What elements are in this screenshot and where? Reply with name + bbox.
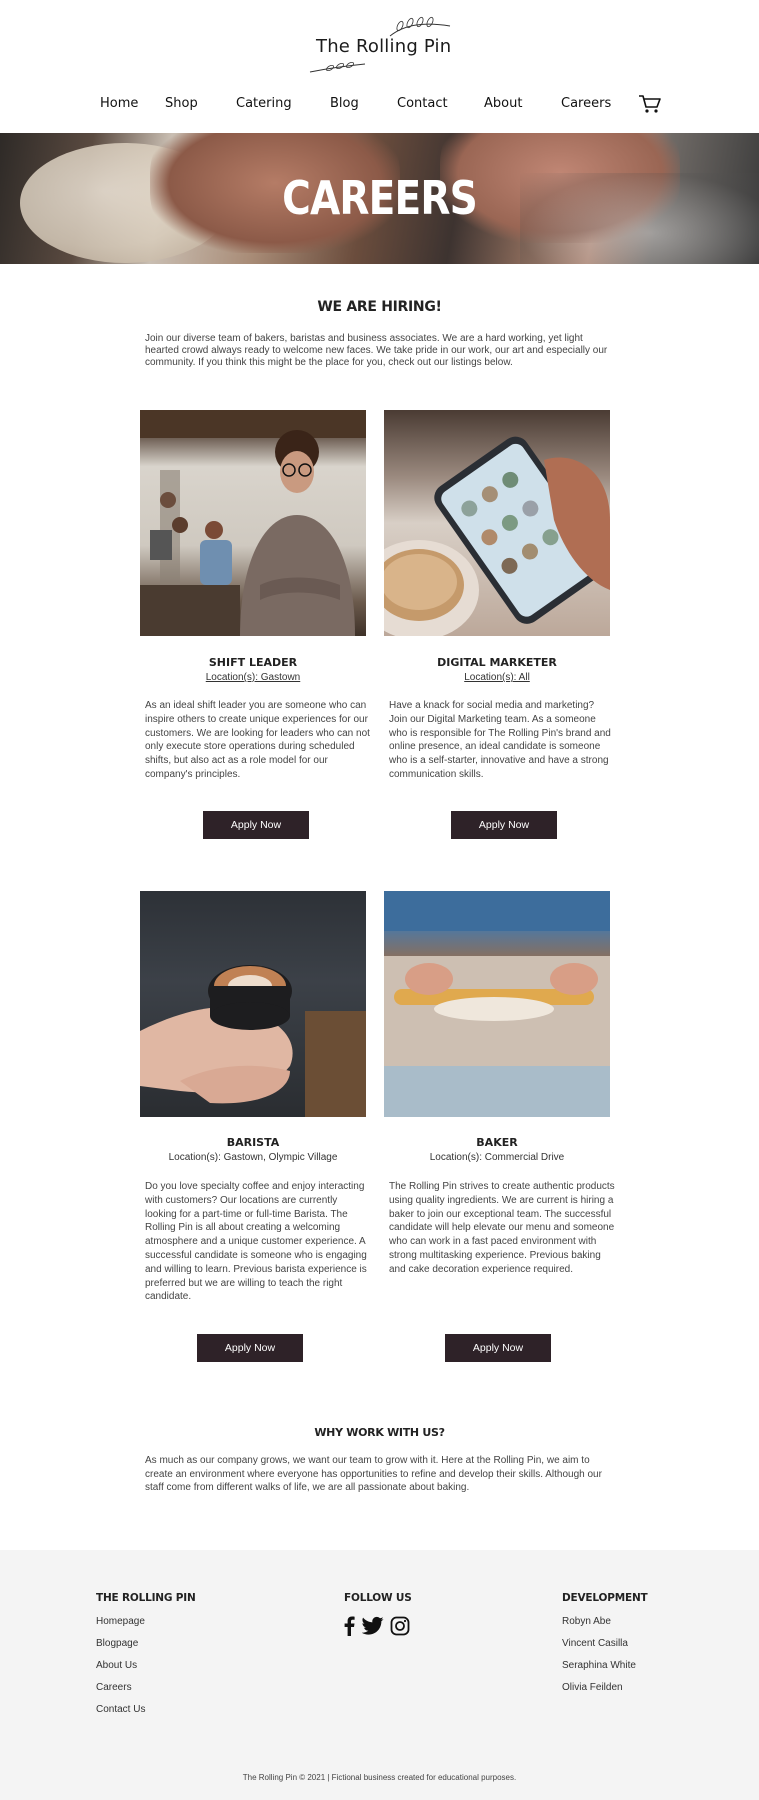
facebook-icon[interactable] [343, 1616, 355, 1636]
job-title: BARISTA [226, 1136, 280, 1149]
developer-name: Vincent Casilla [562, 1638, 628, 1649]
job-title: DIGITAL MARKETER [437, 656, 557, 669]
site-header: The Rolling Pin Home Shop Catering Blog … [0, 0, 759, 132]
why-heading: WHY WORK WITH US? [314, 1426, 445, 1439]
site-logo[interactable]: The Rolling Pin [300, 14, 460, 76]
shopping-cart-icon[interactable] [638, 94, 662, 114]
page-title: CAREERS [282, 171, 478, 225]
job-title: SHIFT LEADER [208, 656, 298, 669]
nav-item-catering[interactable]: Catering [236, 96, 292, 111]
hero-banner: CAREERS [0, 133, 759, 264]
barista-photo [140, 891, 366, 1117]
developer-name: Olivia Feilden [562, 1682, 623, 1693]
job-location[interactable]: Location(s): All [384, 672, 610, 683]
hiring-heading: WE ARE HIRING! [317, 299, 442, 315]
footer-link-blogpage[interactable]: Blogpage [96, 1638, 138, 1649]
job-card-digital-marketer: DIGITAL MARKETER Location(s): All Have a… [384, 410, 611, 839]
footer-link-about[interactable]: About Us [96, 1660, 137, 1671]
apply-now-button[interactable]: Apply Now [445, 1334, 551, 1362]
developer-name: Robyn Abe [562, 1616, 611, 1627]
job-title: BAKER [476, 1136, 518, 1149]
hiring-intro: Join our diverse team of bakers, barista… [145, 333, 608, 368]
job-location: Location(s): Commercial Drive [429, 1152, 565, 1163]
footer-link-homepage[interactable]: Homepage [96, 1616, 145, 1627]
digital-marketer-photo [384, 410, 610, 636]
job-description: As an ideal shift leader you are someone… [145, 700, 370, 780]
footer-heading-follow: FOLLOW US [344, 1592, 412, 1604]
baker-photo [384, 891, 610, 1117]
job-description: The Rolling Pin strives to create authen… [389, 1181, 615, 1275]
job-description: Have a knack for social media and market… [389, 700, 611, 780]
job-location: Location(s): Gastown, Olympic Village [168, 1152, 338, 1163]
nav-item-shop[interactable]: Shop [165, 96, 198, 111]
logo-text: The Rolling Pin [316, 36, 452, 57]
shift-leader-photo [140, 410, 366, 636]
nav-item-about[interactable]: About [484, 96, 522, 111]
twitter-icon[interactable] [362, 1616, 384, 1636]
nav-item-blog[interactable]: Blog [330, 96, 359, 111]
nav-item-home[interactable]: Home [100, 96, 138, 111]
apply-now-button[interactable]: Apply Now [451, 811, 557, 839]
footer-heading-company: THE ROLLING PIN [96, 1592, 196, 1604]
apply-now-button[interactable]: Apply Now [203, 811, 309, 839]
footer-heading-development: DEVELOPMENT [562, 1592, 648, 1604]
job-card-baker: BAKER Location(s): Commercial Drive The … [384, 891, 615, 1362]
job-card-barista: BARISTA Location(s): Gastown, Olympic Vi… [140, 891, 367, 1362]
footer-link-careers[interactable]: Careers [96, 1682, 132, 1693]
apply-now-button[interactable]: Apply Now [197, 1334, 303, 1362]
site-footer: THE ROLLING PIN Homepage Blogpage About … [0, 1550, 759, 1800]
job-location[interactable]: Location(s): Gastown [140, 672, 366, 683]
footer-link-contact[interactable]: Contact Us [96, 1704, 145, 1715]
nav-item-contact[interactable]: Contact [397, 96, 448, 111]
instagram-icon[interactable] [390, 1616, 410, 1636]
nav-item-careers[interactable]: Careers [561, 96, 611, 111]
job-card-shift-leader: SHIFT LEADER Location(s): Gastown As an … [140, 410, 370, 839]
job-description: Do you love specialty coffee and enjoy i… [145, 1181, 367, 1303]
copyright-text: The Rolling Pin © 2021 | Fictional busin… [242, 1773, 517, 1782]
developer-name: Seraphina White [562, 1660, 636, 1671]
why-text: As much as our company grows, we want ou… [145, 1455, 602, 1493]
